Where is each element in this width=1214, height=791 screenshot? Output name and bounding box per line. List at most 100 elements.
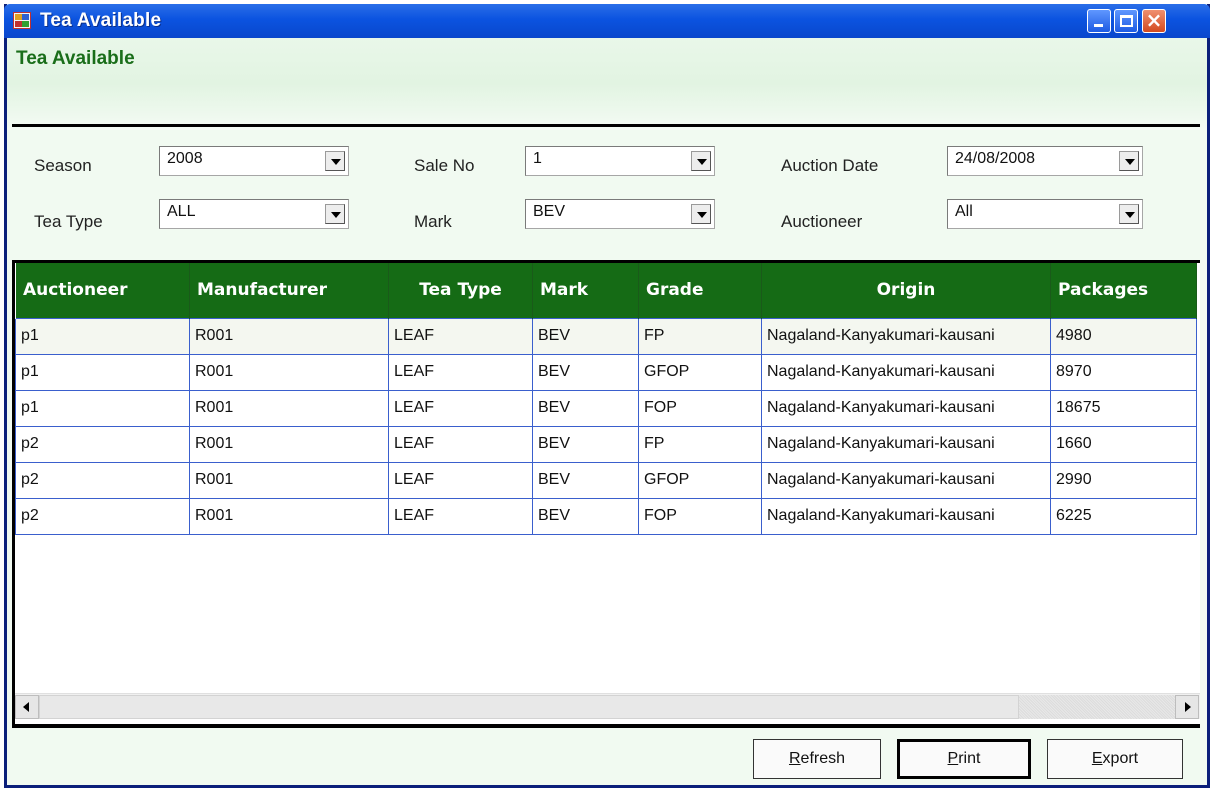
table-cell[interactable]: FOP: [638, 389, 762, 427]
table-cell[interactable]: GFOP: [638, 353, 762, 391]
table-cell[interactable]: BEV: [532, 353, 639, 391]
tea-type-select[interactable]: ALL: [159, 199, 349, 229]
column-header[interactable]: Auctioneer: [15, 263, 190, 318]
mark-value: BEV: [533, 203, 566, 220]
dropdown-arrow-icon[interactable]: [1119, 204, 1139, 224]
column-header[interactable]: Tea Type: [388, 263, 533, 318]
tea-available-table: Auctioneer Manufacturer Tea Type Mark Gr…: [15, 263, 1197, 535]
auction-date-select[interactable]: 24/08/2008: [947, 146, 1143, 176]
auctioneer-value: All: [955, 203, 973, 220]
table-cell[interactable]: FP: [638, 317, 762, 355]
export-button[interactable]: Export: [1047, 739, 1183, 779]
table-cell[interactable]: BEV: [532, 425, 639, 463]
export-mnemonic: E: [1091, 750, 1103, 767]
table-cell[interactable]: p1: [15, 389, 190, 427]
mark-select[interactable]: BEV: [525, 199, 715, 229]
minimize-button[interactable]: [1087, 9, 1111, 33]
page-title: Tea Available: [16, 48, 135, 69]
table-cell[interactable]: BEV: [532, 389, 639, 427]
table-cell[interactable]: 18675: [1050, 389, 1197, 427]
dropdown-arrow-icon[interactable]: [691, 151, 711, 171]
table-row[interactable]: p1 R001 LEAF BEV FP Nagaland-Kanyakumari…: [15, 317, 1197, 355]
horizontal-scrollbar[interactable]: [15, 693, 1200, 719]
table-cell[interactable]: R001: [189, 461, 389, 499]
table-cell[interactable]: 1660: [1050, 425, 1197, 463]
season-label: Season: [34, 156, 92, 175]
table-cell[interactable]: FP: [638, 425, 762, 463]
table-cell[interactable]: LEAF: [388, 497, 533, 535]
auctioneer-select[interactable]: All: [947, 199, 1143, 229]
table-cell[interactable]: 8970: [1050, 353, 1197, 391]
table-row[interactable]: p2 R001 LEAF BEV FOP Nagaland-Kanyakumar…: [15, 497, 1197, 535]
table-cell[interactable]: LEAF: [388, 461, 533, 499]
table-cell[interactable]: GFOP: [638, 461, 762, 499]
table-cell[interactable]: Nagaland-Kanyakumari-kausani: [761, 497, 1051, 535]
header-band: [7, 38, 1207, 130]
tea-type-label: Tea Type: [34, 212, 103, 231]
column-header[interactable]: Mark: [532, 263, 639, 318]
title-bar[interactable]: Tea Available ×: [4, 4, 1210, 38]
column-header[interactable]: Manufacturer: [189, 263, 389, 318]
table-cell[interactable]: R001: [189, 497, 389, 535]
dropdown-arrow-icon[interactable]: [1119, 151, 1139, 171]
scrollbar-thumb[interactable]: [39, 695, 1019, 719]
table-cell[interactable]: p2: [15, 425, 190, 463]
table-cell[interactable]: Nagaland-Kanyakumari-kausani: [761, 317, 1051, 355]
table-cell[interactable]: R001: [189, 389, 389, 427]
close-button[interactable]: ×: [1142, 8, 1166, 33]
table-cell[interactable]: Nagaland-Kanyakumari-kausani: [761, 389, 1051, 427]
table-cell[interactable]: Nagaland-Kanyakumari-kausani: [761, 353, 1051, 391]
maximize-button[interactable]: [1114, 9, 1138, 33]
table-cell[interactable]: LEAF: [388, 353, 533, 391]
season-select[interactable]: 2008: [159, 146, 349, 176]
print-label: rint: [958, 750, 981, 767]
table-row[interactable]: p1 R001 LEAF BEV FOP Nagaland-Kanyakumar…: [15, 389, 1197, 427]
column-header[interactable]: Packages: [1050, 263, 1197, 318]
column-header[interactable]: Grade: [638, 263, 762, 318]
table-cell[interactable]: 2990: [1050, 461, 1197, 499]
table-row[interactable]: p2 R001 LEAF BEV GFOP Nagaland-Kanyakuma…: [15, 461, 1197, 499]
table-cell[interactable]: LEAF: [388, 317, 533, 355]
dropdown-arrow-icon[interactable]: [325, 204, 345, 224]
auction-date-label: Auction Date: [781, 156, 879, 175]
minimize-icon: [1094, 24, 1103, 27]
table-cell[interactable]: R001: [189, 425, 389, 463]
table-cell[interactable]: LEAF: [388, 425, 533, 463]
scroll-left-icon[interactable]: [15, 695, 39, 719]
table-cell[interactable]: FOP: [638, 497, 762, 535]
refresh-button[interactable]: Refresh: [753, 739, 881, 779]
close-icon: ×: [1145, 8, 1163, 32]
scroll-right-icon[interactable]: [1175, 695, 1199, 719]
table-cell[interactable]: p1: [15, 353, 190, 391]
table-cell[interactable]: BEV: [532, 497, 639, 535]
auctioneer-label: Auctioneer: [781, 212, 863, 231]
scrollbar-track[interactable]: [1019, 695, 1175, 719]
table-cell[interactable]: Nagaland-Kanyakumari-kausani: [761, 461, 1051, 499]
print-button[interactable]: Print: [897, 739, 1031, 779]
dropdown-arrow-icon[interactable]: [325, 151, 345, 171]
sale-no-select[interactable]: 1: [525, 146, 715, 176]
table-header-row: Auctioneer Manufacturer Tea Type Mark Gr…: [15, 263, 1197, 318]
table-cell[interactable]: LEAF: [388, 389, 533, 427]
export-label: xport: [1102, 750, 1139, 767]
tea-type-value: ALL: [167, 203, 196, 220]
app-icon: [13, 12, 31, 29]
season-value: 2008: [167, 150, 203, 167]
table-cell[interactable]: p2: [15, 497, 190, 535]
table-cell[interactable]: p1: [15, 317, 190, 355]
table-cell[interactable]: R001: [189, 317, 389, 355]
dropdown-arrow-icon[interactable]: [691, 204, 711, 224]
window-title: Tea Available: [40, 10, 162, 31]
maximize-icon: [1120, 15, 1133, 27]
table-row[interactable]: p2 R001 LEAF BEV FP Nagaland-Kanyakumari…: [15, 425, 1197, 463]
column-header[interactable]: Origin: [761, 263, 1051, 318]
table-cell[interactable]: R001: [189, 353, 389, 391]
table-cell[interactable]: p2: [15, 461, 190, 499]
table-cell[interactable]: Nagaland-Kanyakumari-kausani: [761, 425, 1051, 463]
table-cell[interactable]: BEV: [532, 317, 639, 355]
table-cell[interactable]: BEV: [532, 461, 639, 499]
table-row[interactable]: p1 R001 LEAF BEV GFOP Nagaland-Kanyakuma…: [15, 353, 1197, 391]
table-cell[interactable]: 4980: [1050, 317, 1197, 355]
print-mnemonic: P: [947, 750, 959, 767]
table-cell[interactable]: 6225: [1050, 497, 1197, 535]
